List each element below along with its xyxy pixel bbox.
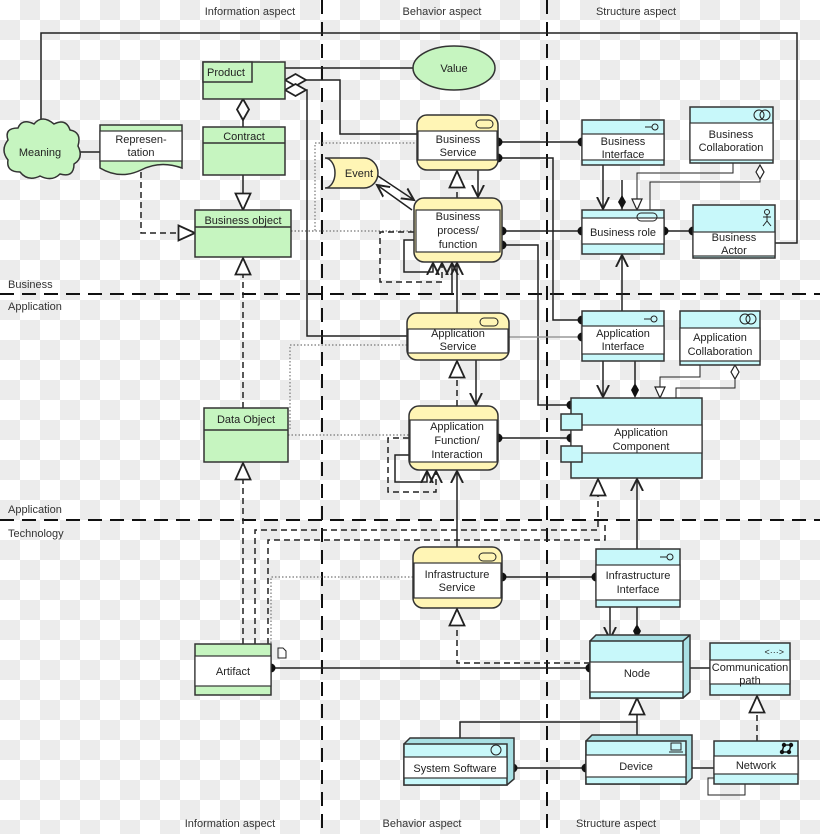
contract-label: Contract xyxy=(223,131,265,143)
system-software-label: System Software xyxy=(413,763,496,775)
application-collaboration-label-line1: Application xyxy=(693,332,747,344)
artifact[interactable]: Artifact xyxy=(194,643,287,696)
node[interactable]: Node xyxy=(589,634,691,699)
business-object-label: Business object xyxy=(204,215,281,227)
artifact-label: Artifact xyxy=(216,666,250,678)
representation[interactable]: Represen- tation xyxy=(99,124,183,176)
business-process-label-line3: function xyxy=(439,239,478,251)
application-service[interactable]: Application Service xyxy=(406,312,510,361)
meaning[interactable]: Meaning xyxy=(3,118,81,180)
device[interactable]: Device xyxy=(585,734,693,785)
business-service-label-line2: Service xyxy=(440,147,477,159)
column-footer-information: Information aspect xyxy=(185,818,276,830)
business-interface[interactable]: Business Interface xyxy=(581,119,665,166)
business-actor-label-line2: Actor xyxy=(721,245,747,257)
representation-label-line1: Represen- xyxy=(115,134,167,146)
application-collaboration-label-line2: Collaboration xyxy=(688,346,753,358)
system-software[interactable]: System Software xyxy=(403,737,515,786)
layer-label-business: Business xyxy=(8,279,53,291)
event-label: Event xyxy=(345,168,373,180)
business-role[interactable]: Business role xyxy=(581,209,665,255)
component-icon xyxy=(560,413,583,431)
infrastructure-service-label-line2: Service xyxy=(439,582,476,594)
application-interface-label-line2: Interface xyxy=(602,341,645,353)
business-actor-label-line1: Business xyxy=(712,232,757,244)
business-process-label-line2: process/ xyxy=(437,225,480,237)
infrastructure-interface[interactable]: Infrastructure Interface xyxy=(595,548,681,608)
business-actor[interactable]: Business Actor xyxy=(692,204,776,259)
business-collaboration[interactable]: Business Collaboration xyxy=(689,106,774,164)
communication-path-icon: <···> xyxy=(764,647,784,657)
network-label: Network xyxy=(736,760,777,772)
component-icon xyxy=(560,445,583,463)
communication-path[interactable]: <···> Communication path xyxy=(709,642,791,696)
application-service-label-line1: Application xyxy=(431,328,485,340)
layer-label-application-top: Application xyxy=(8,301,62,313)
contract[interactable]: Contract xyxy=(202,126,286,176)
business-service[interactable]: Business Service xyxy=(416,114,499,171)
product[interactable]: Product xyxy=(202,61,286,100)
business-process-label-line1: Business xyxy=(436,211,481,223)
business-collaboration-label-line2: Collaboration xyxy=(699,142,764,154)
communication-path-label-line1: Communication xyxy=(712,662,788,674)
node-label: Node xyxy=(624,668,650,680)
infrastructure-interface-label-line2: Interface xyxy=(617,584,660,596)
communication-path-label-line2: path xyxy=(739,675,760,687)
device-label: Device xyxy=(619,761,653,773)
data-object[interactable]: Data Object xyxy=(203,407,289,463)
application-collaboration[interactable]: Application Collaboration xyxy=(679,310,761,366)
application-function-interaction[interactable]: Application Function/ Interaction xyxy=(408,405,499,471)
application-function-label-line1: Application xyxy=(430,421,484,433)
infrastructure-interface-label-line1: Infrastructure xyxy=(606,570,671,582)
application-function-label-line3: Interaction xyxy=(431,449,482,461)
business-interface-label-line1: Business xyxy=(601,136,646,148)
application-component-label-line2: Component xyxy=(613,441,670,453)
data-object-label: Data Object xyxy=(217,414,275,426)
application-component-label-line1: Application xyxy=(614,427,668,439)
infrastructure-service-label-line1: Infrastructure xyxy=(425,569,490,581)
application-interface[interactable]: Application Interface xyxy=(581,310,665,362)
column-header-structure: Structure aspect xyxy=(596,6,676,18)
application-interface-label-line1: Application xyxy=(596,328,650,340)
layer-label-technology: Technology xyxy=(8,528,64,540)
artifact-icon xyxy=(277,647,287,659)
application-component[interactable]: Application Component xyxy=(560,397,703,479)
infrastructure-service[interactable]: Infrastructure Service xyxy=(412,546,503,609)
column-header-behavior: Behavior aspect xyxy=(403,6,482,18)
meaning-label: Meaning xyxy=(19,147,61,159)
business-object[interactable]: Business object xyxy=(194,209,292,258)
archimate-diagram: Information aspect Behavior aspect Struc… xyxy=(0,0,820,834)
business-interface-label-line2: Interface xyxy=(602,149,645,161)
value[interactable]: Value xyxy=(412,45,496,91)
product-label: Product xyxy=(207,67,245,79)
value-label: Value xyxy=(440,63,467,75)
event[interactable]: Event xyxy=(324,157,379,189)
network[interactable]: Network xyxy=(713,740,799,785)
application-function-label-line2: Function/ xyxy=(434,435,480,447)
column-footer-behavior: Behavior aspect xyxy=(383,818,462,830)
column-header-information: Information aspect xyxy=(205,6,296,18)
business-service-label-line1: Business xyxy=(436,134,481,146)
layer-label-application-bottom: Application xyxy=(8,504,62,516)
business-process-function[interactable]: Business process/ function xyxy=(413,197,503,263)
business-role-label: Business role xyxy=(590,227,656,239)
application-service-label-line2: Service xyxy=(440,341,477,353)
business-collaboration-label-line1: Business xyxy=(709,129,754,141)
column-footer-structure: Structure aspect xyxy=(576,818,656,830)
representation-label-line2: tation xyxy=(128,147,155,159)
